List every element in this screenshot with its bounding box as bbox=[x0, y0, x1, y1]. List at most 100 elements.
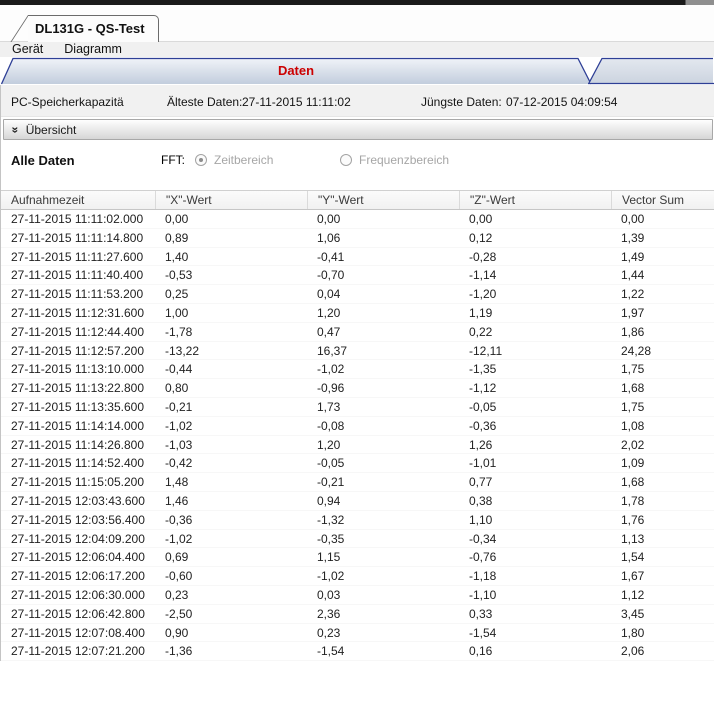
cell-3: -0,34 bbox=[459, 530, 611, 548]
table-row[interactable]: 27-11-2015 11:15:05.2001,48-0,210,771,68 bbox=[1, 473, 714, 492]
tab-daten-label[interactable]: Daten bbox=[0, 57, 592, 85]
cell-3: 0,22 bbox=[459, 323, 611, 341]
cell-3: -1,10 bbox=[459, 586, 611, 604]
table-row[interactable]: 27-11-2015 11:13:35.600-0,211,73-0,051,7… bbox=[1, 398, 714, 417]
cell-0: 27-11-2015 11:11:27.600 bbox=[1, 248, 155, 266]
table-row[interactable]: 27-11-2015 11:14:14.000-1,02-0,08-0,361,… bbox=[1, 417, 714, 436]
tab-next-shape[interactable] bbox=[589, 59, 713, 84]
menu-item-diagramm[interactable]: Diagramm bbox=[64, 42, 122, 57]
radio-zeitbereich-icon[interactable] bbox=[195, 154, 207, 166]
table-row[interactable]: 27-11-2015 12:03:43.6001,460,940,381,78 bbox=[1, 492, 714, 511]
cell-4: 1,44 bbox=[611, 266, 714, 284]
cell-3: -1,18 bbox=[459, 567, 611, 585]
cell-3: -0,05 bbox=[459, 398, 611, 416]
cell-0: 27-11-2015 11:11:02.000 bbox=[1, 210, 155, 228]
table-row[interactable]: 27-11-2015 12:07:08.4000,900,23-1,541,80 bbox=[1, 624, 714, 643]
cell-2: 2,36 bbox=[307, 605, 459, 623]
table-row[interactable]: 27-11-2015 12:06:04.4000,691,15-0,761,54 bbox=[1, 548, 714, 567]
cell-4: 1,49 bbox=[611, 248, 714, 266]
table-row[interactable]: 27-11-2015 11:13:10.000-0,44-1,02-1,351,… bbox=[1, 360, 714, 379]
column-header-2[interactable]: "Y"-Wert bbox=[307, 191, 459, 209]
column-header-4[interactable]: Vector Sum bbox=[611, 191, 714, 209]
menu-bar: Gerät Diagramm bbox=[0, 42, 714, 57]
table-row[interactable]: 27-11-2015 11:12:31.6001,001,201,191,97 bbox=[1, 304, 714, 323]
table-row[interactable]: 27-11-2015 11:11:40.400-0,53-0,70-1,141,… bbox=[1, 266, 714, 285]
cell-2: -0,21 bbox=[307, 473, 459, 491]
menu-item-geraet[interactable]: Gerät bbox=[12, 42, 43, 57]
cell-2: -0,96 bbox=[307, 379, 459, 397]
cell-3: -0,36 bbox=[459, 417, 611, 435]
fft-label: FFT: bbox=[161, 153, 185, 167]
document-tab-strip: DL131G - QS-Test bbox=[0, 5, 714, 42]
cell-2: 16,37 bbox=[307, 342, 459, 360]
cell-0: 27-11-2015 12:04:09.200 bbox=[1, 530, 155, 548]
fft-option-zeitbereich[interactable]: Zeitbereich bbox=[195, 153, 340, 167]
table-row[interactable]: 27-11-2015 11:11:02.0000,000,000,000,00 bbox=[1, 210, 714, 229]
cell-0: 27-11-2015 11:11:14.800 bbox=[1, 229, 155, 247]
cell-1: -1,36 bbox=[155, 642, 307, 660]
cell-2: -0,41 bbox=[307, 248, 459, 266]
cell-2: 1,73 bbox=[307, 398, 459, 416]
cell-0: 27-11-2015 11:14:14.000 bbox=[1, 417, 155, 435]
table-row[interactable]: 27-11-2015 11:14:52.400-0,42-0,05-1,011,… bbox=[1, 454, 714, 473]
cell-0: 27-11-2015 11:12:44.400 bbox=[1, 323, 155, 341]
column-header-1[interactable]: "X"-Wert bbox=[155, 191, 307, 209]
cell-1: -1,02 bbox=[155, 530, 307, 548]
cell-3: -0,76 bbox=[459, 548, 611, 566]
table-row[interactable]: 27-11-2015 12:04:09.200-1,02-0,35-0,341,… bbox=[1, 530, 714, 549]
cell-0: 27-11-2015 12:06:42.800 bbox=[1, 605, 155, 623]
cell-2: 0,00 bbox=[307, 210, 459, 228]
table-row[interactable]: 27-11-2015 12:07:21.200-1,36-1,540,162,0… bbox=[1, 642, 714, 661]
oldest-data-label: Älteste Daten: bbox=[167, 95, 242, 109]
cell-3: 0,33 bbox=[459, 605, 611, 623]
cell-2: 0,47 bbox=[307, 323, 459, 341]
table-row[interactable]: 27-11-2015 11:11:53.2000,250,04-1,201,22 bbox=[1, 285, 714, 304]
cell-0: 27-11-2015 11:11:40.400 bbox=[1, 266, 155, 284]
cell-0: 27-11-2015 12:03:43.600 bbox=[1, 492, 155, 510]
document-tab[interactable]: DL131G - QS-Test bbox=[28, 15, 159, 42]
radio-frequenzbereich-icon[interactable] bbox=[340, 154, 352, 166]
cell-3: -1,12 bbox=[459, 379, 611, 397]
table-row[interactable]: 27-11-2015 12:06:17.200-0,60-1,02-1,181,… bbox=[1, 567, 714, 586]
cell-3: 1,19 bbox=[459, 304, 611, 322]
overview-collapse-header[interactable]: » Übersicht bbox=[3, 119, 713, 140]
cell-2: -1,02 bbox=[307, 567, 459, 585]
cell-2: -0,08 bbox=[307, 417, 459, 435]
table-row[interactable]: 27-11-2015 11:11:27.6001,40-0,41-0,281,4… bbox=[1, 248, 714, 267]
table-row[interactable]: 27-11-2015 11:11:14.8000,891,060,121,39 bbox=[1, 229, 714, 248]
table-row[interactable]: 27-11-2015 11:14:26.800-1,031,201,262,02 bbox=[1, 436, 714, 455]
cell-0: 27-11-2015 12:06:04.400 bbox=[1, 548, 155, 566]
cell-0: 27-11-2015 12:06:17.200 bbox=[1, 567, 155, 585]
cell-1: -13,22 bbox=[155, 342, 307, 360]
cell-1: 1,48 bbox=[155, 473, 307, 491]
column-header-3[interactable]: "Z"-Wert bbox=[459, 191, 611, 209]
data-panel: Alle Daten FFT: ZeitbereichFrequenzberei… bbox=[1, 151, 714, 661]
cell-4: 1,13 bbox=[611, 530, 714, 548]
cell-2: 1,06 bbox=[307, 229, 459, 247]
cell-4: 1,76 bbox=[611, 511, 714, 529]
cell-4: 1,67 bbox=[611, 567, 714, 585]
table-row[interactable]: 27-11-2015 12:06:42.800-2,502,360,333,45 bbox=[1, 605, 714, 624]
cell-1: -0,44 bbox=[155, 360, 307, 378]
table-row[interactable]: 27-11-2015 11:12:44.400-1,780,470,221,86 bbox=[1, 323, 714, 342]
cell-1: 0,80 bbox=[155, 379, 307, 397]
cell-3: -1,01 bbox=[459, 454, 611, 472]
overview-label: Übersicht bbox=[26, 123, 77, 137]
table-row[interactable]: 27-11-2015 11:12:57.200-13,2216,37-12,11… bbox=[1, 342, 714, 361]
cell-4: 1,86 bbox=[611, 323, 714, 341]
cell-1: 0,69 bbox=[155, 548, 307, 566]
cell-0: 27-11-2015 11:12:57.200 bbox=[1, 342, 155, 360]
table-row[interactable]: 27-11-2015 12:03:56.400-0,36-1,321,101,7… bbox=[1, 511, 714, 530]
column-header-0[interactable]: Aufnahmezeit bbox=[1, 191, 155, 209]
table-row[interactable]: 27-11-2015 12:06:30.0000,230,03-1,101,12 bbox=[1, 586, 714, 605]
cell-3: -1,14 bbox=[459, 266, 611, 284]
cell-1: -1,03 bbox=[155, 436, 307, 454]
cell-0: 27-11-2015 11:13:35.600 bbox=[1, 398, 155, 416]
section-header: Alle Daten FFT: ZeitbereichFrequenzberei… bbox=[1, 151, 714, 175]
fft-option-frequenzbereich[interactable]: Frequenzbereich bbox=[340, 153, 485, 167]
cell-2: -0,05 bbox=[307, 454, 459, 472]
cell-4: 1,68 bbox=[611, 473, 714, 491]
table-row[interactable]: 27-11-2015 11:13:22.8000,80-0,96-1,121,6… bbox=[1, 379, 714, 398]
cell-3: 0,00 bbox=[459, 210, 611, 228]
cell-4: 1,78 bbox=[611, 492, 714, 510]
